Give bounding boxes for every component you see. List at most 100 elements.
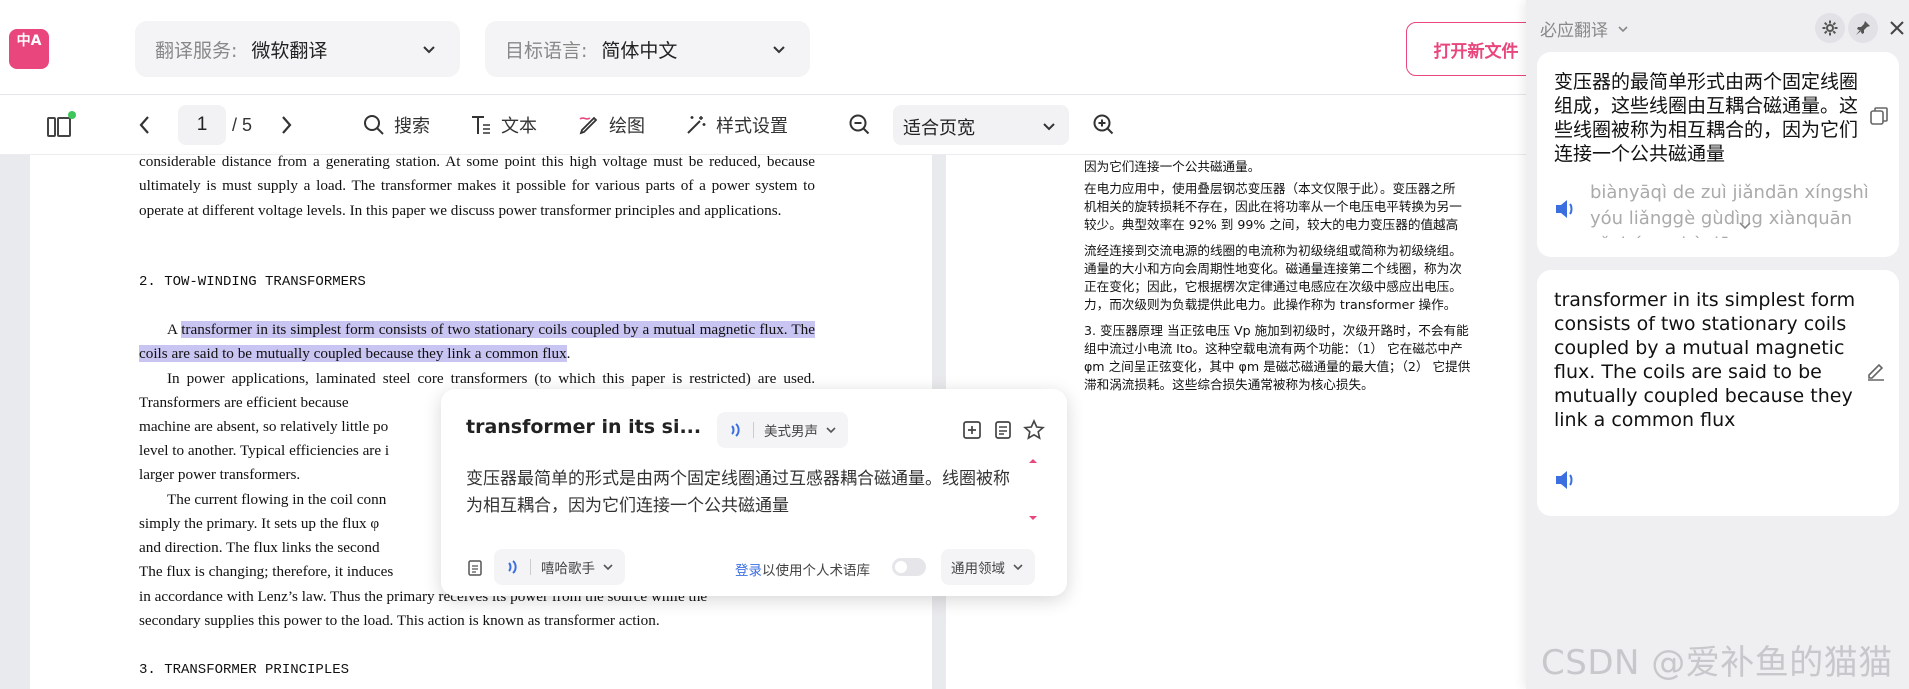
scroll-up-icon[interactable] (1029, 459, 1037, 463)
doc-paragraph-intro: considerable distance from a generating … (139, 153, 815, 219)
text-tool-label: 文本 (501, 116, 537, 137)
service-label: 翻译服务: (155, 39, 238, 62)
login-prompt: 登录以使用个人术语库 (735, 563, 870, 579)
magic-wand-icon (687, 116, 706, 134)
speaker-wave-icon (731, 423, 740, 437)
translator-select[interactable]: 必应翻译 (1540, 16, 1630, 41)
pin-icon (1856, 21, 1870, 35)
pinyin-text: biànyāqì de zuì jiǎndān xíngshì yóu liǎn… (1590, 182, 1869, 238)
close-icon (1890, 21, 1904, 35)
zoom-level-value: 适合页宽 (903, 118, 975, 139)
sidebar-layout-icon (47, 111, 76, 137)
chevron-down-icon (1618, 26, 1628, 33)
cn-line: 滞和涡流损耗。这些综合损失通常被称为核心损失。 (1084, 377, 1374, 392)
chevron-down-icon (1013, 564, 1023, 571)
selection-translation-popup: transformer in its si... 美式男声 变压器最简单的形式是… (441, 389, 1067, 596)
translation-card-english: transformer in its simplest form consist… (1537, 270, 1899, 516)
translator-name: 必应翻译 (1540, 21, 1608, 41)
cn-line: 组中流过小电流 Ito。这种空载电流有两个功能：（1） 它在磁芯中产 (1084, 341, 1463, 356)
cn-line: 较少。典型效率在 92% 到 99% 之间，较大的电力变压器的值越高 (1084, 217, 1459, 232)
settings-button[interactable] (1815, 13, 1845, 43)
close-button[interactable] (1882, 13, 1909, 43)
zoom-in-icon (1093, 114, 1114, 135)
pin-button[interactable] (1848, 13, 1878, 43)
copy-icon[interactable] (1868, 105, 1890, 127)
star-icon[interactable] (1023, 419, 1045, 441)
translation-card-chinese: 变压器的最简单形式由两个固定线圈组成，这些线圈由互耦合磁通量。这些线圈被称为相互… (1537, 52, 1899, 257)
open-new-file-button[interactable]: 打开新文件 (1406, 22, 1546, 76)
draw-tool-label: 绘图 (609, 116, 645, 137)
speaker-wave-icon (508, 560, 517, 574)
app-logo: 中A (9, 29, 49, 69)
cn-line: 因为它们连接一个公共磁通量。 (1084, 159, 1261, 174)
chevron-right-icon (282, 116, 292, 134)
voice-name-top: 美式男声 (764, 424, 818, 440)
edit-icon[interactable] (1865, 360, 1887, 382)
scroll-down-icon[interactable] (1029, 516, 1037, 520)
cn-line: 正在变化；因此，它根据楞次定律通过电感应在次级中感应出电压。 (1084, 279, 1462, 294)
cn-line: 力，而次级则为负载提供此电力。此操作称为 transformer 操作。 (1084, 297, 1457, 312)
chevron-down-icon (423, 46, 435, 54)
login-link[interactable]: 登录 (735, 563, 762, 579)
doc-line: secondary supplies this power to the loa… (139, 612, 660, 629)
cn-line: 通量的大小和方向会周期性地变化。磁通量连接第二个线圈，称为次 (1084, 261, 1462, 276)
card-english-text: transformer in its simplest form consist… (1554, 289, 1856, 431)
text-icon (472, 116, 490, 134)
text-tool-button[interactable]: 文本 (469, 107, 537, 143)
style-settings-label: 样式设置 (716, 116, 788, 137)
watermark: CSDN @爱补鱼的猫猫 (1541, 643, 1893, 683)
zoom-out-icon (849, 114, 870, 135)
speaker-icon[interactable] (1553, 196, 1579, 222)
cn-line: 在电力应用中，使用叠层钢芯变压器（本文仅限于此）。变压器之所 (1084, 181, 1456, 196)
reader-toolbar: 1 / 5 搜索 文本 绘图 样式设置 适合页宽 (0, 95, 1530, 155)
target-language-label: 目标语言: (505, 39, 588, 62)
document-icon[interactable] (466, 559, 484, 577)
draw-tool-button[interactable]: 绘图 (577, 107, 645, 143)
doc-heading-section-2: 2. TOW-WINDING TRANSFORMERS (139, 274, 366, 290)
speaker-icon[interactable] (1553, 467, 1579, 493)
zoom-out-button[interactable] (848, 107, 880, 143)
glossary-toggle[interactable] (892, 558, 926, 576)
style-settings-button[interactable]: 样式设置 (684, 107, 788, 143)
doc-paragraph-selected[interactable]: A transformer in its simplest form consi… (139, 318, 815, 367)
chevron-left-icon (139, 116, 149, 134)
chevron-down-icon (826, 427, 836, 434)
chevron-down-icon (603, 564, 613, 571)
search-icon (364, 115, 384, 135)
domain-value: 通用领域 (951, 561, 1005, 577)
card-chinese-text: 变压器的最简单形式由两个固定线圈组成，这些线圈由互耦合磁通量。这些线圈被称为相互… (1554, 71, 1859, 165)
zoom-level-select[interactable]: 适合页宽 (893, 105, 1069, 145)
voice-name-bottom: 嘻哈歌手 (541, 561, 595, 577)
voice-selector-bottom[interactable]: 嘻哈歌手 (494, 549, 625, 585)
service-value: 微软翻译 (251, 39, 328, 62)
thumbnail-toggle-button[interactable] (46, 107, 84, 143)
chevron-down-icon[interactable] (1737, 220, 1753, 232)
popup-translation-text: 变压器最简单的形式是由两个固定线圈通过互感器耦合磁通量。线圈被称为相互耦合，因为… (466, 469, 1010, 516)
target-language-select[interactable]: 目标语言: 简体中文 (485, 21, 810, 77)
zoom-in-button[interactable] (1092, 107, 1124, 143)
cn-line: 机相关的旋转损耗不存在，因此在将功率从一个电压电平转换为另一 (1084, 199, 1462, 214)
popup-source-title: transformer in its si... (466, 416, 702, 438)
translation-service-select[interactable]: 翻译服务: 微软翻译 (135, 21, 460, 77)
add-to-wordbook-icon[interactable] (961, 419, 983, 441)
cn-line: 3. 变压器原理 当正弦电压 Vp 施加到初级时，次级开路时，不会有能 (1084, 323, 1469, 338)
voice-selector-top[interactable]: 美式男声 (717, 412, 848, 448)
selected-text-highlight[interactable]: transformer in its simplest form consist… (139, 321, 815, 363)
domain-select[interactable]: 通用领域 (941, 549, 1035, 585)
previous-page-button[interactable] (136, 107, 162, 143)
search-label: 搜索 (394, 116, 430, 137)
side-translation-panel: 必应翻译 变压器的最简单形式由两个固定线圈组成，这些线圈由互耦合磁通量。这些线圈… (1526, 0, 1909, 689)
chevron-down-icon (1043, 123, 1055, 131)
cn-line: φm 之间呈正弦变化，其中 φm 是磁芯磁通量的最大值；（2） 它提供 (1084, 359, 1471, 374)
gear-icon (1822, 20, 1838, 36)
page-total: / 5 (232, 115, 253, 135)
search-button[interactable]: 搜索 (362, 107, 430, 143)
target-language-value: 简体中文 (601, 39, 678, 62)
next-page-button[interactable] (277, 107, 303, 143)
chevron-down-icon (773, 46, 785, 54)
copy-document-icon[interactable] (992, 419, 1014, 441)
doc-heading-section-3: 3. TRANSFORMER PRINCIPLES (139, 662, 350, 678)
page-number-input[interactable]: 1 (178, 105, 226, 145)
cn-line: 流经连接到交流电源的线圈的电流称为初级绕组或简称为初级绕组。 (1084, 243, 1462, 258)
draw-icon (579, 116, 598, 135)
